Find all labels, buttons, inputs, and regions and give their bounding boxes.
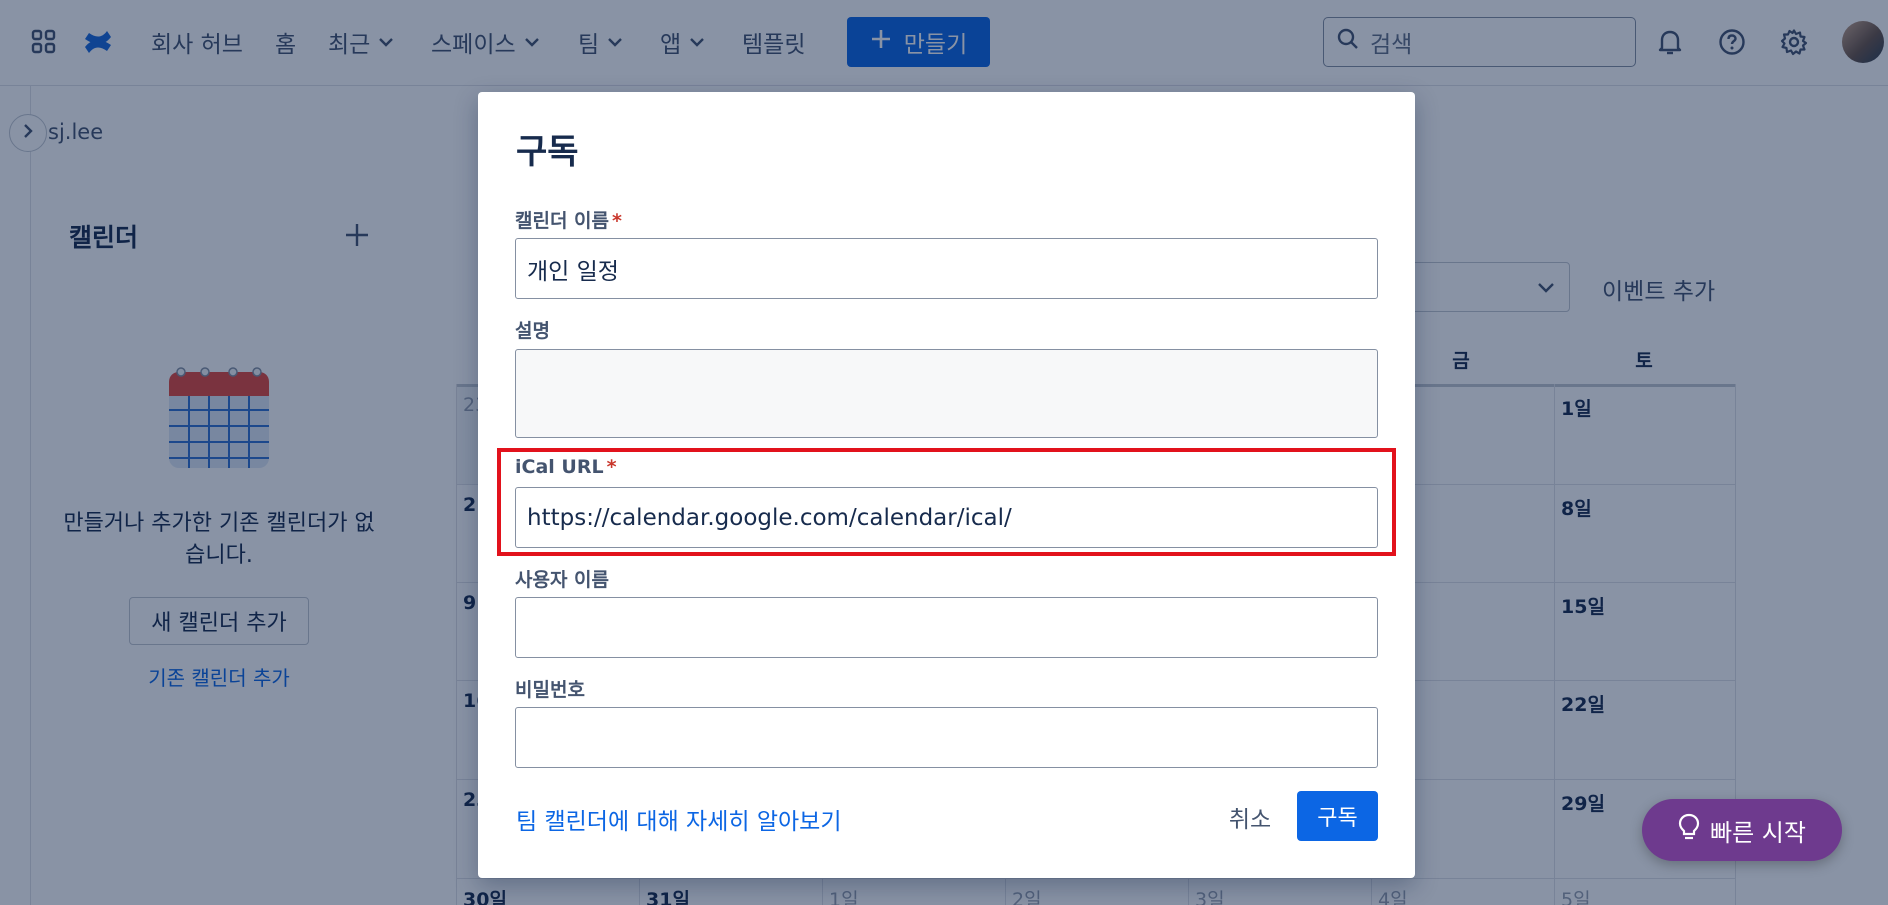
- dialog-title: 구독: [516, 132, 579, 172]
- learn-more-link[interactable]: 팀 캘린더에 대해 자세히 알아보기: [516, 802, 841, 836]
- quick-start-button[interactable]: 빠른 시작: [1642, 799, 1842, 861]
- label-text: iCal URL: [515, 456, 604, 478]
- label-text: 캘린더 이름: [515, 210, 610, 232]
- calendar-name-field[interactable]: 개인 일정: [515, 238, 1378, 299]
- username-label: 사용자 이름: [515, 569, 610, 591]
- password-field[interactable]: [515, 707, 1378, 768]
- description-label: 설명: [515, 320, 550, 342]
- calendar-name-label: 캘린더 이름 *: [515, 206, 622, 233]
- subscribe-dialog: 구독 캘린더 이름 * 개인 일정 설명 iCal URL * https://ca…: [478, 92, 1415, 878]
- field-value: 개인 일정: [527, 258, 619, 285]
- field-value: https://calendar.google.com/calendar/ica…: [527, 504, 1012, 531]
- ical-url-label: iCal URL *: [515, 456, 617, 478]
- lightbulb-icon: [1678, 813, 1700, 847]
- quick-start-label: 빠른 시작: [1710, 818, 1806, 847]
- username-field[interactable]: [515, 597, 1378, 658]
- required-mark: *: [612, 210, 622, 232]
- required-mark: *: [606, 456, 617, 478]
- subscribe-button[interactable]: 구독: [1297, 791, 1378, 841]
- description-field[interactable]: [515, 349, 1378, 438]
- cancel-button[interactable]: 취소: [1214, 792, 1286, 842]
- password-label: 비밀번호: [515, 679, 585, 701]
- ical-url-field[interactable]: https://calendar.google.com/calendar/ica…: [515, 487, 1378, 548]
